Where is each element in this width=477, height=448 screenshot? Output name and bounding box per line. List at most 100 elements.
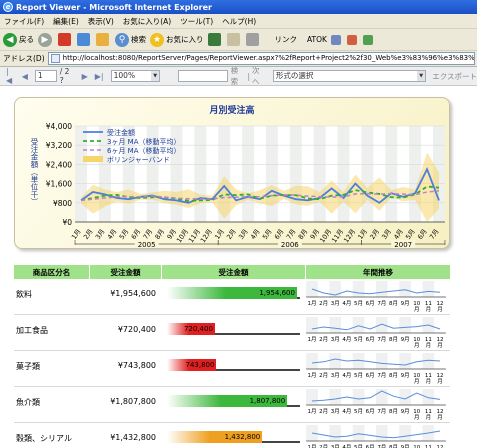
amount-bar: 1,432,800: [167, 431, 263, 443]
x-tick-label: 3月: [380, 228, 393, 241]
trend-sparkline: 1月2月3月4月5月6月7月8月9月10月11月12月: [306, 425, 446, 448]
x-tick-label: 5月: [118, 228, 131, 241]
atok-tool-1[interactable]: [330, 34, 343, 45]
atok-tool-2[interactable]: [346, 34, 359, 45]
plot-band: [361, 126, 374, 222]
sparkline-month-label: 9月: [401, 444, 410, 448]
trend-sparkline: 1月2月3月4月5月6月7月8月9月10月11月12月: [306, 281, 446, 313]
year-label: 2007: [394, 241, 412, 249]
dictionary-icon: [346, 34, 357, 45]
table-row: 加工食品 ¥720,400 720,400 1月 2月 3月 4月 5月 6月 7月 8月 9月 10 月…: [14, 315, 450, 351]
trend-sparkline-cell: 1月2月3月4月5月6月7月8月9月10月 11月 12月: [306, 315, 450, 350]
sparkline-band: [352, 389, 365, 405]
x-tick-label: 6月: [273, 228, 286, 241]
forward-button[interactable]: ▶: [38, 32, 54, 47]
header-amount: 受注金額: [90, 265, 162, 279]
sparkline-month-label: 12月: [437, 373, 444, 385]
prev-page-icon[interactable]: ◀: [22, 72, 28, 81]
sparkline-month-label: 3月: [331, 336, 340, 343]
mail-button[interactable]: [226, 33, 242, 46]
sparkline-month-label: 12月: [437, 301, 444, 313]
address-label: アドレス(D): [3, 54, 45, 63]
sparkline-month-label: 1月: [308, 408, 317, 415]
x-tick-label: 2月: [82, 228, 95, 241]
amount-value: ¥1,432,800: [110, 433, 156, 442]
page-icon: [50, 54, 60, 63]
search-button[interactable]: ⚲ 検索: [115, 32, 146, 47]
legend-label: 受注金額: [107, 128, 135, 137]
back-button[interactable]: ◀ 戻る: [3, 32, 34, 47]
stop-button[interactable]: [58, 33, 73, 46]
home-button[interactable]: [96, 33, 111, 46]
amount-bar-track: 720,400: [167, 323, 300, 335]
amount-bar-track: 1,807,800: [167, 395, 300, 407]
amount-value: ¥1,954,600: [110, 289, 156, 298]
menu-file[interactable]: ファイル(F): [4, 16, 44, 27]
x-tick-label: 7月: [428, 228, 441, 241]
favorites-button[interactable]: ★ お気に入り: [150, 32, 204, 47]
category-name: 加工食品: [16, 326, 48, 335]
trend-sparkline: 1月2月3月4月5月6月7月8月9月10月11月12月: [306, 317, 446, 349]
atok-button[interactable]: ATOK: [307, 35, 327, 44]
page-number-input[interactable]: 1: [34, 70, 57, 82]
links-button[interactable]: リンク: [275, 34, 298, 45]
sparkline-month-label: 2月: [319, 408, 328, 415]
star-icon: ★: [150, 32, 164, 47]
home-icon: [96, 33, 109, 46]
menu-favorites[interactable]: お気に入り(A): [123, 16, 171, 27]
sparkline-band: [376, 353, 388, 369]
plot-band: [409, 126, 422, 222]
trend-sparkline: 1月2月3月4月5月6月7月8月9月10月11月12月: [306, 353, 446, 385]
find-link[interactable]: 検索: [231, 65, 246, 87]
x-tick-label: 12月: [199, 228, 214, 245]
sparkline-band: [329, 389, 342, 405]
plot-band: [385, 126, 398, 222]
menu-view[interactable]: 表示(V): [88, 16, 114, 27]
sparkline-month-label: 7月: [377, 444, 386, 448]
menu-help[interactable]: ヘルプ(H): [222, 16, 256, 27]
sparkline-band: [329, 425, 342, 441]
trend-sparkline-cell: 1月2月3月4月5月6月7月8月9月10月 11月 12月: [306, 387, 450, 422]
menu-tools[interactable]: ツール(T): [180, 16, 213, 27]
next-page-icon[interactable]: ▶: [82, 72, 88, 81]
sparkline-month-label: 8月: [389, 408, 398, 415]
sparkline-month-label: 5月: [354, 444, 363, 448]
amount-value: ¥720,400: [117, 325, 156, 334]
atok-tool-3[interactable]: [362, 34, 375, 45]
sparkline-month-label: 6月: [366, 408, 375, 415]
refresh-button[interactable]: [77, 33, 92, 46]
find-input[interactable]: [178, 70, 228, 82]
table-row: 穀類、シリアル ¥1,432,800 1,432,800 1月 2月 3月 4月 5月 6月 7月…: [14, 423, 450, 448]
menu-edit[interactable]: 編集(E): [53, 16, 79, 27]
table-row: 飲料 ¥1,954,600 1,954,600 1月 2月 3月 4月 5月 6月 7月 8月 9月 1…: [14, 279, 450, 315]
sparkline-month-label: 10月: [413, 409, 420, 421]
links-label: リンク: [274, 35, 298, 44]
x-tick-label: 3月: [237, 228, 250, 241]
export-link[interactable]: エクスポート: [432, 71, 477, 82]
zoom-select[interactable]: 100% ▼: [110, 70, 161, 82]
x-tick-label: 12月: [342, 228, 357, 245]
stop-icon: [58, 33, 71, 46]
plot-band: [242, 126, 255, 222]
x-tick-label: 4月: [106, 228, 119, 241]
media-button[interactable]: [207, 33, 223, 46]
address-input[interactable]: http://localhost:8080/ReportServer/Pages…: [47, 52, 475, 65]
refresh-icon: [77, 33, 90, 46]
export-format-select[interactable]: 形式の選択 ▼: [272, 70, 427, 82]
sparkline-month-label: 11月: [425, 409, 432, 421]
first-page-icon[interactable]: |◀: [6, 67, 15, 85]
sparkline-month-label: 9月: [401, 408, 410, 415]
x-tick-label: 6月: [130, 228, 143, 241]
print-button[interactable]: [245, 33, 261, 46]
table-row: 魚介類 ¥1,807,800 1,807,800 1月 2月 3月 4月 5月 6月 7月 8月 9月…: [14, 387, 450, 423]
next-link[interactable]: 次へ: [252, 65, 267, 87]
media-icon: [207, 33, 221, 46]
x-tick-label: 1月: [356, 228, 369, 241]
report-viewer-toolbar: |◀ ◀ 1 / 2 ? ▶ ▶| 100% ▼ 検索 | 次へ 形式の選択 ▼…: [0, 65, 477, 87]
x-tick-label: 3月: [94, 228, 107, 241]
last-page-icon[interactable]: ▶|: [95, 72, 104, 81]
sparkline-band: [376, 425, 388, 441]
year-label: 2005: [138, 241, 156, 249]
category-name: 穀類、シリアル: [16, 434, 72, 443]
sparkline-month-label: 5月: [354, 336, 363, 343]
